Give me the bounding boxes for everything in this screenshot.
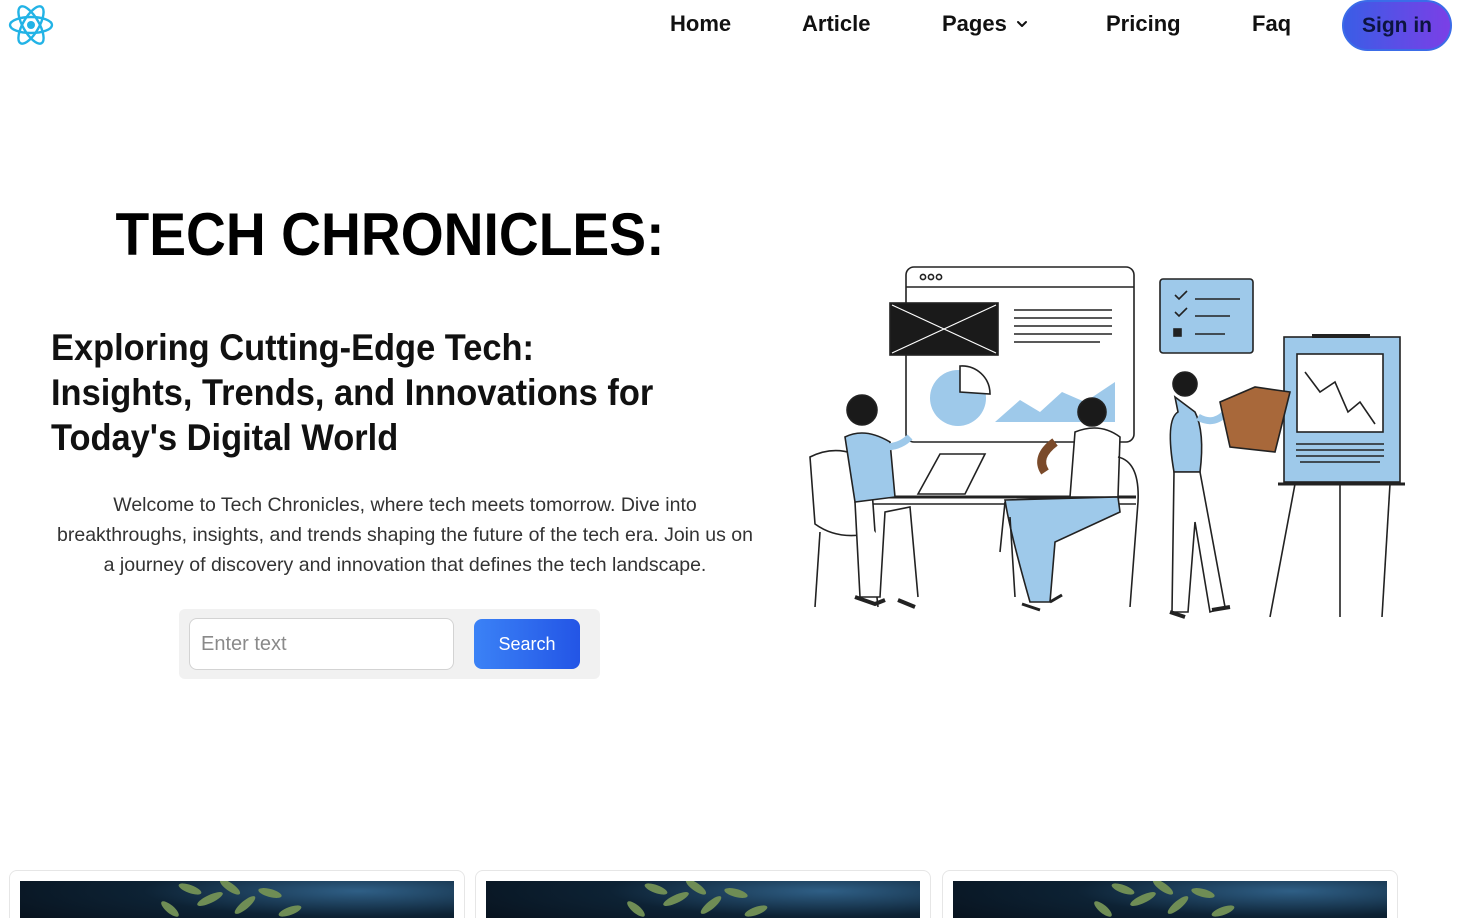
- hero-title: TECH CHRONICLES:: [115, 201, 665, 268]
- react-atom-icon[interactable]: [8, 3, 54, 47]
- page: Home Article Pages Pricing Faq Sign in T…: [0, 0, 1457, 918]
- nav-pages[interactable]: Pages: [942, 10, 1029, 38]
- chevron-down-icon: [1016, 21, 1027, 27]
- plant-leaves-dark-image: [20, 881, 454, 918]
- team-meeting-illustration: [809, 266, 1405, 619]
- nav-home[interactable]: Home: [670, 10, 731, 38]
- article-card[interactable]: [942, 870, 1398, 918]
- hero-subtitle: Exploring Cutting-Edge Tech: Insights, T…: [51, 327, 654, 458]
- article-card[interactable]: [475, 870, 931, 918]
- nav-faq[interactable]: Faq: [1252, 10, 1291, 38]
- search-button[interactable]: Search: [474, 619, 580, 669]
- nav-pricing[interactable]: Pricing: [1106, 10, 1181, 38]
- search-input[interactable]: [189, 618, 454, 670]
- nav-article[interactable]: Article: [802, 10, 870, 38]
- plant-leaves-dark-image: [486, 881, 920, 918]
- article-card[interactable]: [9, 870, 465, 918]
- search-bar: Search: [179, 609, 600, 679]
- sign-in-button[interactable]: Sign in: [1342, 0, 1452, 51]
- plant-leaves-dark-image: [953, 881, 1387, 918]
- nav-pages-label: Pages: [942, 11, 1007, 36]
- hero-description: Welcome to Tech Chronicles, where tech m…: [57, 494, 753, 576]
